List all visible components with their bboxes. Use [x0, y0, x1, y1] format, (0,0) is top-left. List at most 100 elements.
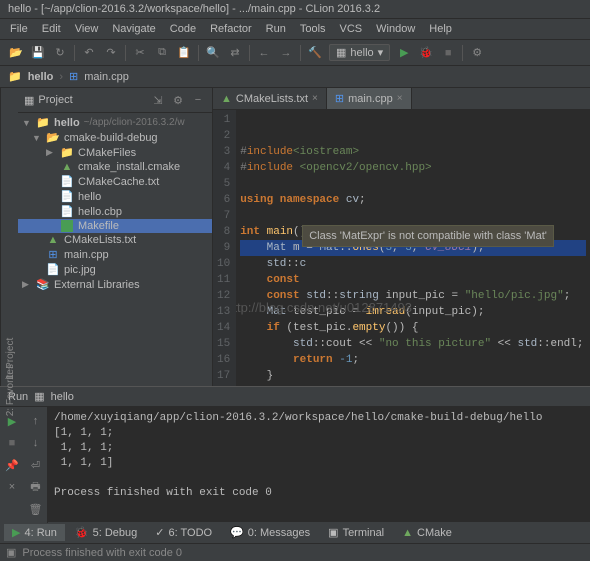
pin-icon[interactable]: 📌	[4, 457, 20, 473]
breadcrumb-project[interactable]: hello	[28, 71, 54, 83]
settings-icon[interactable]: ⚙	[469, 45, 485, 61]
line-gutter: 12345678910111213141516171819	[213, 110, 236, 386]
debug-icon[interactable]: 🐞	[418, 45, 434, 61]
close-icon[interactable]: ×	[397, 93, 403, 104]
editor-tabs: ▲ CMakeLists.txt × ⊞ main.cpp ×	[213, 88, 590, 110]
status-icon: ▣	[6, 546, 16, 559]
copy-icon[interactable]: ⧉	[154, 45, 170, 61]
menu-run[interactable]: Run	[260, 21, 292, 37]
todo-icon: ✓	[155, 526, 164, 539]
stop-icon[interactable]: ■	[440, 45, 456, 61]
tree-item[interactable]: 📄hello.cbp	[18, 204, 212, 219]
menu-window[interactable]: Window	[370, 21, 421, 37]
tree-item[interactable]: 📄CMakeCache.txt	[18, 174, 212, 189]
down-icon[interactable]: ↓	[28, 435, 44, 451]
gear-icon[interactable]: ⚙	[170, 92, 186, 108]
console-output[interactable]: /home/xuyiqiang/app/clion-2016.3.2/works…	[48, 407, 590, 523]
error-tooltip: Class 'MatExpr' is not compatible with c…	[302, 225, 554, 247]
refresh-icon[interactable]: ↻	[52, 45, 68, 61]
clear-icon[interactable]: 🗑	[28, 501, 44, 517]
close-icon[interactable]: ×	[312, 93, 318, 104]
run-toolbar-2: ↑ ↓ ⏎ 🖶 🗑	[24, 407, 48, 523]
paste-icon[interactable]: 📋	[176, 45, 192, 61]
redo-icon[interactable]: ↷	[103, 45, 119, 61]
sidebar-tab-project[interactable]: 1: Project	[0, 88, 18, 386]
replace-icon[interactable]: ⇄	[227, 45, 243, 61]
up-icon[interactable]: ↑	[28, 413, 44, 429]
run-icon[interactable]: ▶	[396, 45, 412, 61]
run-icon: ▶	[12, 526, 20, 539]
debug-icon: 🐞	[75, 526, 89, 539]
status-bar: ▣ Process finished with exit code 0	[0, 543, 590, 561]
run-panel: Run ▦ hello ▶ ■ 📌 × ↑ ↓ ⏎ 🖶 🗑 /home/xuyi…	[0, 386, 590, 521]
wrap-icon[interactable]: ⏎	[28, 457, 44, 473]
bottom-tab-debug[interactable]: 🐞 5: Debug	[67, 524, 145, 541]
hide-icon[interactable]: −	[190, 92, 206, 108]
breadcrumb-file[interactable]: main.cpp	[84, 71, 129, 83]
tab-main-cpp[interactable]: ⊞ main.cpp ×	[327, 88, 412, 109]
build-icon[interactable]: 🔨	[307, 45, 323, 61]
tree-item[interactable]: ▲CMakeLists.txt	[18, 233, 212, 247]
tree-external[interactable]: ▶ 📚 External Libraries	[18, 277, 212, 292]
forward-icon[interactable]: →	[278, 45, 294, 61]
menu-file[interactable]: File	[4, 21, 34, 37]
toolbar: 📂 💾 ↻ ↶ ↷ ✂ ⧉ 📋 🔍 ⇄ ← → 🔨 ▦ hello ▾ ▶ 🐞 …	[0, 40, 590, 66]
cmake-icon: ▲	[402, 527, 413, 539]
menu-vcs[interactable]: VCS	[334, 21, 369, 37]
cut-icon[interactable]: ✂	[132, 45, 148, 61]
menu-tools[interactable]: Tools	[294, 21, 332, 37]
cmake-icon: ▲	[221, 93, 232, 105]
cpp-icon: ⊞	[335, 92, 344, 105]
menu-help[interactable]: Help	[423, 21, 458, 37]
breadcrumb: 📁 hello › ⊞ main.cpp	[0, 66, 590, 88]
print-icon[interactable]: 🖶	[28, 479, 44, 495]
tree-item[interactable]: 📄hello	[18, 189, 212, 204]
terminal-icon: ▣	[328, 526, 338, 539]
menu-code[interactable]: Code	[164, 21, 202, 37]
app-icon: ▦	[34, 390, 44, 403]
tree-item[interactable]: ▼📂cmake-build-debug	[18, 130, 212, 145]
run-panel-header: Run ▦ hello	[0, 387, 590, 407]
panel-header: ▦ Project ⇲ ⚙ −	[18, 88, 212, 113]
library-icon: 📚	[36, 278, 50, 291]
tree-item[interactable]: 📄pic.jpg	[18, 262, 212, 277]
project-tree: ▼ 📁 hello ~/app/clion-2016.3.2/w ▼📂cmake…	[18, 113, 212, 294]
editor-area: ▲ CMakeLists.txt × ⊞ main.cpp × 12345678…	[213, 88, 590, 386]
tab-cmakelists[interactable]: ▲ CMakeLists.txt ×	[213, 88, 327, 109]
sidebar-tab-favorites[interactable]: 2: Favorites	[0, 360, 18, 420]
run-toolbar-1: ▶ ■ 📌 ×	[0, 407, 24, 523]
tree-item[interactable]: ▲cmake_install.cmake	[18, 160, 212, 174]
tree-item[interactable]: Makefile	[18, 219, 212, 233]
menu-edit[interactable]: Edit	[36, 21, 67, 37]
menu-refactor[interactable]: Refactor	[204, 21, 258, 37]
bottom-tab-messages[interactable]: 💬 0: Messages	[222, 524, 318, 541]
save-icon[interactable]: 💾	[30, 45, 46, 61]
tree-root[interactable]: ▼ 📁 hello ~/app/clion-2016.3.2/w	[18, 115, 212, 130]
bottom-tab-todo[interactable]: ✓ 6: TODO	[147, 524, 220, 541]
cpp-icon: ⊞	[69, 70, 78, 83]
bottom-tab-run[interactable]: ▶ 4: Run	[4, 524, 65, 541]
open-icon[interactable]: 📂	[8, 45, 24, 61]
chevron-down-icon: ▾	[378, 46, 384, 59]
bottom-tab-terminal[interactable]: ▣ Terminal	[320, 524, 392, 541]
status-message: Process finished with exit code 0	[22, 547, 182, 559]
back-icon[interactable]: ←	[256, 45, 272, 61]
menu-view[interactable]: View	[69, 21, 105, 37]
menubar: File Edit View Navigate Code Refactor Ru…	[0, 19, 590, 40]
tree-item[interactable]: ▶📁CMakeFiles	[18, 145, 212, 160]
collapse-icon[interactable]: ⇲	[150, 92, 166, 108]
search-icon[interactable]: 🔍	[205, 45, 221, 61]
bottom-tab-cmake[interactable]: ▲ CMake	[394, 524, 460, 541]
project-icon: ▦	[24, 94, 34, 107]
stop-icon[interactable]: ■	[4, 435, 20, 451]
app-icon: ▦	[336, 46, 346, 59]
close-icon[interactable]: ×	[4, 479, 20, 495]
panel-title: Project	[38, 94, 72, 106]
messages-icon: 💬	[230, 526, 244, 539]
tree-item[interactable]: ⊞main.cpp	[18, 247, 212, 262]
undo-icon[interactable]: ↶	[81, 45, 97, 61]
menu-navigate[interactable]: Navigate	[106, 21, 161, 37]
code-editor[interactable]: 12345678910111213141516171819 #include<i…	[213, 110, 590, 386]
project-panel: ▦ Project ⇲ ⚙ − ▼ 📁 hello ~/app/clion-20…	[18, 88, 213, 386]
run-config-selector[interactable]: ▦ hello ▾	[329, 44, 390, 61]
